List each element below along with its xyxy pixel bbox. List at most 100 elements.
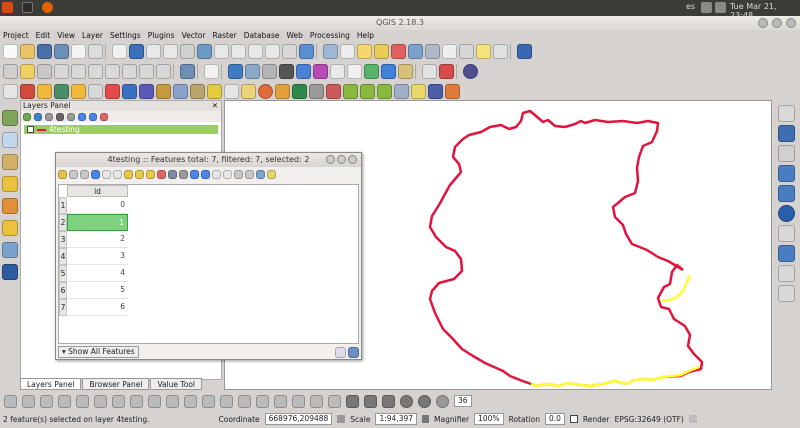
ubuntu-logo-icon[interactable]: [2, 2, 13, 13]
row-header[interactable]: 5: [59, 265, 67, 282]
menu-vector[interactable]: Vector: [182, 30, 206, 41]
paste-rows-icon[interactable]: [223, 169, 232, 179]
dialog-minimize-button[interactable]: [326, 155, 335, 164]
copy-rows-icon[interactable]: [212, 169, 221, 179]
new-temp-layer-icon[interactable]: [309, 83, 324, 99]
add-postgis-icon[interactable]: [54, 83, 69, 99]
select-by-value-icon[interactable]: [374, 43, 389, 59]
firefox-icon[interactable]: [42, 2, 53, 13]
table-view-icon[interactable]: [348, 346, 359, 358]
spline-icon[interactable]: [422, 63, 437, 79]
delete-selected-icon[interactable]: [105, 63, 120, 79]
zoom-to-selected-icon[interactable]: [201, 169, 210, 179]
wkt-icon[interactable]: [330, 63, 345, 79]
run-action-icon[interactable]: [340, 43, 355, 59]
measure-line-icon[interactable]: [22, 394, 35, 408]
layer-properties-icon[interactable]: [777, 125, 795, 142]
table-cell[interactable]: 5: [67, 282, 128, 299]
tab-value-tool[interactable]: Value Tool: [150, 378, 203, 390]
table-cell[interactable]: 2: [67, 231, 128, 248]
row-header[interactable]: 1: [59, 197, 67, 214]
zoom-out-icon[interactable]: [163, 43, 178, 59]
keyboard-language[interactable]: es: [686, 2, 695, 11]
ellipse-icon[interactable]: [400, 394, 413, 408]
refresh-icon[interactable]: [299, 43, 314, 59]
menu-database[interactable]: Database: [244, 30, 280, 41]
heatmap-icon[interactable]: [411, 83, 426, 99]
lock-icon[interactable]: [422, 415, 430, 423]
composer-manager-icon[interactable]: [88, 43, 103, 59]
scale-combobox[interactable]: 1:94,397: [375, 413, 418, 425]
radius-icon[interactable]: [436, 394, 449, 408]
advanced-digitize-icon[interactable]: [112, 394, 125, 408]
split-icon[interactable]: [274, 394, 287, 408]
filter-map-icon[interactable]: [67, 112, 75, 121]
select-expression-icon[interactable]: [124, 169, 133, 179]
move-feature-icon[interactable]: [71, 63, 86, 79]
network-icon[interactable]: [701, 2, 712, 13]
current-edits-icon[interactable]: [3, 63, 18, 79]
delete-feature-icon[interactable]: [113, 169, 122, 179]
open-project-icon[interactable]: [20, 43, 35, 59]
buffer-icon[interactable]: [377, 83, 392, 99]
rotate-icon[interactable]: [130, 394, 143, 408]
toggle-edit-icon[interactable]: [58, 169, 67, 179]
copy-features-icon[interactable]: [139, 63, 154, 79]
volume-icon[interactable]: [715, 2, 726, 13]
delete-field-icon[interactable]: [245, 169, 254, 179]
add-virtual-layer-icon[interactable]: [190, 83, 205, 99]
new-map-view-icon[interactable]: [282, 43, 297, 59]
plugin-star-icon[interactable]: [364, 63, 379, 79]
georeferencer-icon[interactable]: [394, 83, 409, 99]
circle-icon[interactable]: [364, 394, 377, 408]
style-icon[interactable]: [23, 112, 31, 121]
table-cell[interactable]: 0: [67, 197, 128, 214]
close-button[interactable]: [786, 18, 796, 28]
zoom-full-icon[interactable]: [197, 43, 212, 59]
add-vector-layer-icon[interactable]: [3, 83, 18, 99]
add-longlat-icon[interactable]: [122, 83, 137, 99]
trace-icon[interactable]: [94, 394, 107, 408]
add-wcs-icon[interactable]: [156, 83, 171, 99]
statistics-icon[interactable]: [442, 43, 457, 59]
digitize-icon[interactable]: [398, 63, 413, 79]
invert-selection-icon[interactable]: [146, 169, 155, 179]
pan-to-selection-icon[interactable]: [129, 43, 144, 59]
identify-icon[interactable]: [323, 43, 338, 59]
vertex-tool-icon[interactable]: [777, 105, 795, 122]
add-spatialite-icon[interactable]: [71, 83, 86, 99]
add-layer-icon[interactable]: [2, 132, 18, 148]
merge-icon[interactable]: [777, 185, 795, 202]
messages-icon[interactable]: [688, 415, 697, 423]
render-checkbox[interactable]: [569, 415, 578, 423]
terminal-icon[interactable]: [22, 2, 33, 13]
deselect-icon[interactable]: [391, 43, 406, 59]
snapping-icon[interactable]: [76, 394, 89, 408]
add-feature-icon[interactable]: [102, 169, 111, 179]
clip-icon[interactable]: [360, 83, 375, 99]
zoom-to-layer-icon[interactable]: [231, 43, 246, 59]
merge-attr-icon[interactable]: [292, 394, 305, 408]
gps-icon[interactable]: [4, 394, 17, 408]
scale-feature-icon[interactable]: [148, 394, 161, 408]
zoom-actual-size-icon[interactable]: [180, 43, 195, 59]
menu-layer[interactable]: Layer: [82, 30, 103, 41]
p2-plugin-icon[interactable]: [439, 63, 454, 79]
change-label-icon[interactable]: [328, 394, 341, 408]
text-annotation-icon[interactable]: [493, 43, 508, 59]
maximize-button[interactable]: [772, 18, 782, 28]
rotation-spinbox[interactable]: 0.0: [544, 413, 565, 425]
layer-item-4testing[interactable]: 4testing: [24, 125, 218, 134]
tab-layers-panel[interactable]: Layers Panel: [20, 378, 82, 390]
row-header[interactable]: 3: [59, 231, 67, 248]
tab-browser-panel[interactable]: Browser Panel: [82, 378, 150, 390]
layer-checkbox[interactable]: [27, 126, 34, 133]
menu-edit[interactable]: Edit: [36, 30, 51, 41]
move-selection-top-icon[interactable]: [179, 169, 188, 179]
dissolve-icon[interactable]: [343, 83, 358, 99]
zoom-last-icon[interactable]: [248, 43, 263, 59]
add-wms-tile-icon[interactable]: [241, 83, 256, 99]
row-header[interactable]: 7: [59, 299, 67, 316]
python-console-icon[interactable]: [228, 63, 243, 79]
menu-plugins[interactable]: Plugins: [148, 30, 175, 41]
